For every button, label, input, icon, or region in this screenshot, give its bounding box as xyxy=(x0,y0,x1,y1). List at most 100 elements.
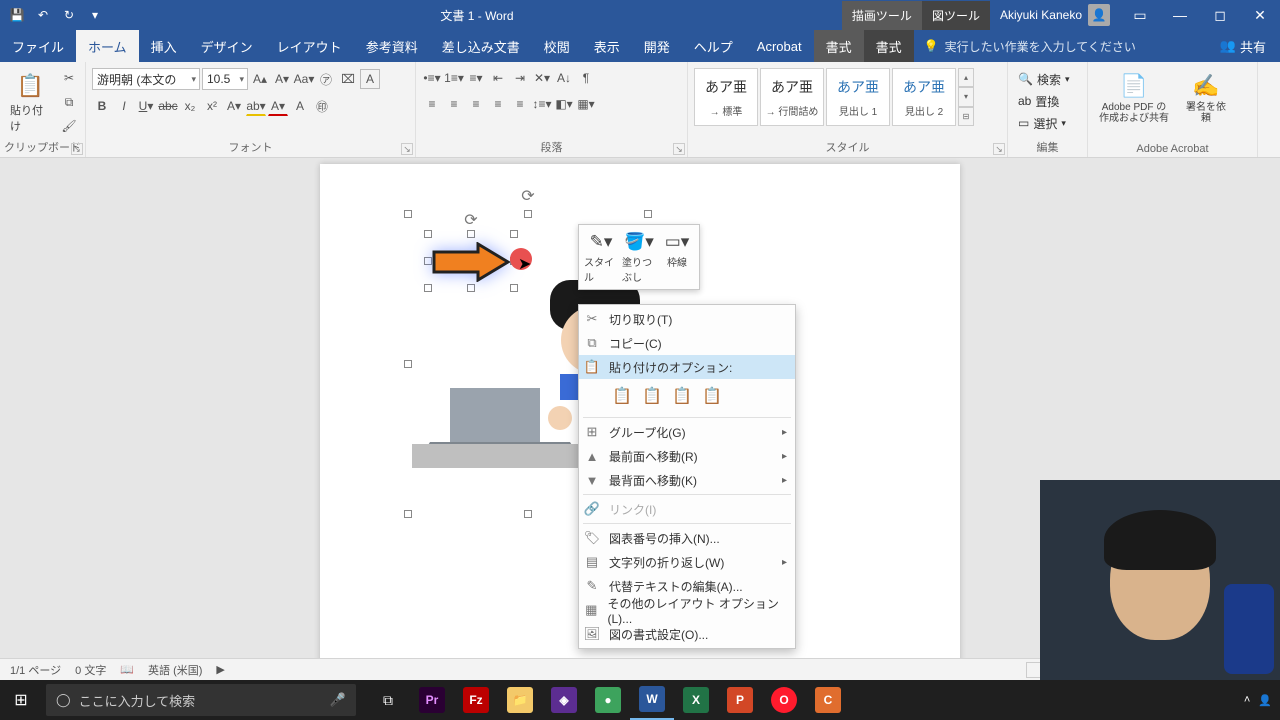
app-powerpoint[interactable]: P xyxy=(718,680,762,720)
status-language[interactable]: 英語 (米国) xyxy=(148,662,202,678)
maximize-icon[interactable]: ◻ xyxy=(1200,0,1240,30)
distributed-icon[interactable]: ≡ xyxy=(510,94,530,114)
format-painter-icon[interactable]: 🖌 xyxy=(59,116,79,136)
copy-icon[interactable]: ⧉ xyxy=(59,92,79,112)
show-hide-icon[interactable]: ¶ xyxy=(576,68,596,88)
tab-review[interactable]: 校閲 xyxy=(532,30,582,62)
style-scroll-up[interactable]: ▴ xyxy=(958,68,974,87)
mini-style-button[interactable]: ✎▾スタイル xyxy=(582,228,620,286)
user-avatar-icon[interactable]: 👤 xyxy=(1088,4,1110,26)
resize-handle[interactable] xyxy=(644,210,652,218)
resize-handle[interactable] xyxy=(404,210,412,218)
create-pdf-button[interactable]: 📄 Adobe PDF の作成および共有 xyxy=(1094,68,1174,126)
menu-bring-front[interactable]: ▲最前面へ移動(R)▸ xyxy=(579,444,795,468)
taskbar-search[interactable]: ◯ ここに入力して検索 🎤 xyxy=(46,684,356,716)
align-center-icon[interactable]: ≡ xyxy=(444,94,464,114)
decrease-indent-icon[interactable]: ⇤ xyxy=(488,68,508,88)
style-no-spacing[interactable]: あア亜→ 行間詰め xyxy=(760,68,824,126)
resize-handle[interactable] xyxy=(510,230,518,238)
cut-icon[interactable]: ✂ xyxy=(59,68,79,88)
strikethrough-icon[interactable]: abc xyxy=(158,96,178,116)
shrink-font-icon[interactable]: A▾ xyxy=(272,69,292,89)
menu-format-shape[interactable]: 🖼図の書式設定(O)... xyxy=(579,622,795,646)
resize-handle[interactable] xyxy=(424,230,432,238)
text-effects-icon[interactable]: A▾ xyxy=(224,96,244,116)
font-dialog-launcher[interactable]: ↘ xyxy=(401,143,413,155)
select-button[interactable]: ▭選択▾ xyxy=(1014,112,1070,134)
menu-insert-caption[interactable]: 🏷図表番号の挿入(N)... xyxy=(579,526,795,550)
task-view-icon[interactable]: ⧉ xyxy=(366,680,410,720)
shading-icon[interactable]: ◧▾ xyxy=(554,94,574,114)
tray-people-icon[interactable]: 👤 xyxy=(1258,694,1272,707)
bullets-icon[interactable]: •≡▾ xyxy=(422,68,442,88)
save-icon[interactable]: 💾 xyxy=(6,4,28,26)
grow-font-icon[interactable]: A▴ xyxy=(250,69,270,89)
style-gallery[interactable]: あア亜→ 標準 あア亜→ 行間詰め あア亜見出し 1 あア亜見出し 2 ▴ ▾ … xyxy=(694,68,974,126)
resize-handle[interactable] xyxy=(467,230,475,238)
clear-formatting-icon[interactable]: ⌧ xyxy=(338,69,358,89)
tab-design[interactable]: デザイン xyxy=(189,30,265,62)
resize-handle[interactable] xyxy=(510,284,518,292)
style-normal[interactable]: あア亜→ 標準 xyxy=(694,68,758,126)
arrow-shape[interactable] xyxy=(432,242,510,287)
find-button[interactable]: 🔍検索▾ xyxy=(1014,68,1074,90)
line-spacing-icon[interactable]: ↕≡▾ xyxy=(532,94,552,114)
menu-group[interactable]: ⊞グループ化(G)▸ xyxy=(579,420,795,444)
ribbon-display-icon[interactable]: ▭ xyxy=(1120,0,1160,30)
menu-copy[interactable]: ⧉コピー(C) xyxy=(579,331,795,355)
asian-layout-icon[interactable]: ✕▾ xyxy=(532,68,552,88)
rotate-handle-icon[interactable]: ⟳ xyxy=(464,210,477,230)
spellcheck-icon[interactable]: 📖 xyxy=(120,663,134,676)
mic-icon[interactable]: 🎤 xyxy=(330,692,346,708)
paste-option-3[interactable]: 📋 xyxy=(669,383,695,409)
tray-up-icon[interactable]: ˄ xyxy=(1244,694,1250,706)
resize-handle[interactable] xyxy=(404,360,412,368)
phonetic-guide-icon[interactable]: ㋐ xyxy=(316,69,336,89)
resize-handle[interactable] xyxy=(424,257,432,265)
font-color-icon[interactable]: A▾ xyxy=(268,96,288,116)
style-heading1[interactable]: あア亜見出し 1 xyxy=(826,68,890,126)
menu-more-layout[interactable]: ▦その他のレイアウト オプション(L)... xyxy=(579,598,795,622)
status-words[interactable]: 0 文字 xyxy=(75,662,106,678)
align-left-icon[interactable]: ≡ xyxy=(422,94,442,114)
app-camtasia[interactable]: C xyxy=(806,680,850,720)
styles-dialog-launcher[interactable]: ↘ xyxy=(993,143,1005,155)
clipboard-dialog-launcher[interactable]: ↘ xyxy=(71,143,83,155)
style-scroll-down[interactable]: ▾ xyxy=(958,87,974,106)
tab-format-picture[interactable]: 書式 xyxy=(864,30,914,62)
app-premiere[interactable]: Pr xyxy=(410,680,454,720)
character-shading-icon[interactable]: A xyxy=(290,96,310,116)
minimize-icon[interactable]: — xyxy=(1160,0,1200,30)
app-opera[interactable]: O xyxy=(762,680,806,720)
paste-option-4[interactable]: 📋 xyxy=(699,383,725,409)
qat-more-icon[interactable]: ▾ xyxy=(84,4,106,26)
font-name-combo[interactable]: 游明朝 (本文の xyxy=(92,68,200,90)
menu-wrap-text[interactable]: ▤文字列の折り返し(W)▸ xyxy=(579,550,795,574)
align-right-icon[interactable]: ≡ xyxy=(466,94,486,114)
tab-view[interactable]: 表示 xyxy=(582,30,632,62)
macro-icon[interactable]: ▶ xyxy=(216,663,224,676)
app-green[interactable]: ● xyxy=(586,680,630,720)
app-filezilla[interactable]: Fz xyxy=(454,680,498,720)
menu-send-back[interactable]: ▼最背面へ移動(K)▸ xyxy=(579,468,795,492)
request-signature-button[interactable]: ✍ 署名を依頼 xyxy=(1178,68,1234,126)
resize-handle[interactable] xyxy=(424,284,432,292)
style-expand[interactable]: ⊟ xyxy=(958,107,974,126)
mini-fill-button[interactable]: 🪣▾塗りつぶし xyxy=(620,228,658,286)
borders-icon[interactable]: ▦▾ xyxy=(576,94,596,114)
paste-option-1[interactable]: 📋 xyxy=(609,383,635,409)
tab-help[interactable]: ヘルプ xyxy=(682,30,745,62)
resize-handle[interactable] xyxy=(404,510,412,518)
app-explorer[interactable]: 📁 xyxy=(498,680,542,720)
tab-format-drawing[interactable]: 書式 xyxy=(814,30,864,62)
app-visualstudio[interactable]: ◈ xyxy=(542,680,586,720)
mini-outline-button[interactable]: ▭▾枠線 xyxy=(658,228,696,286)
tab-insert[interactable]: 挿入 xyxy=(139,30,189,62)
justify-icon[interactable]: ≡ xyxy=(488,94,508,114)
share-button[interactable]: 👥 共有 xyxy=(1206,30,1280,62)
tab-references[interactable]: 参考資料 xyxy=(354,30,430,62)
subscript-icon[interactable]: x₂ xyxy=(180,96,200,116)
paragraph-dialog-launcher[interactable]: ↘ xyxy=(673,143,685,155)
tab-file[interactable]: ファイル xyxy=(0,30,76,62)
replace-button[interactable]: ab置換 xyxy=(1014,90,1063,112)
